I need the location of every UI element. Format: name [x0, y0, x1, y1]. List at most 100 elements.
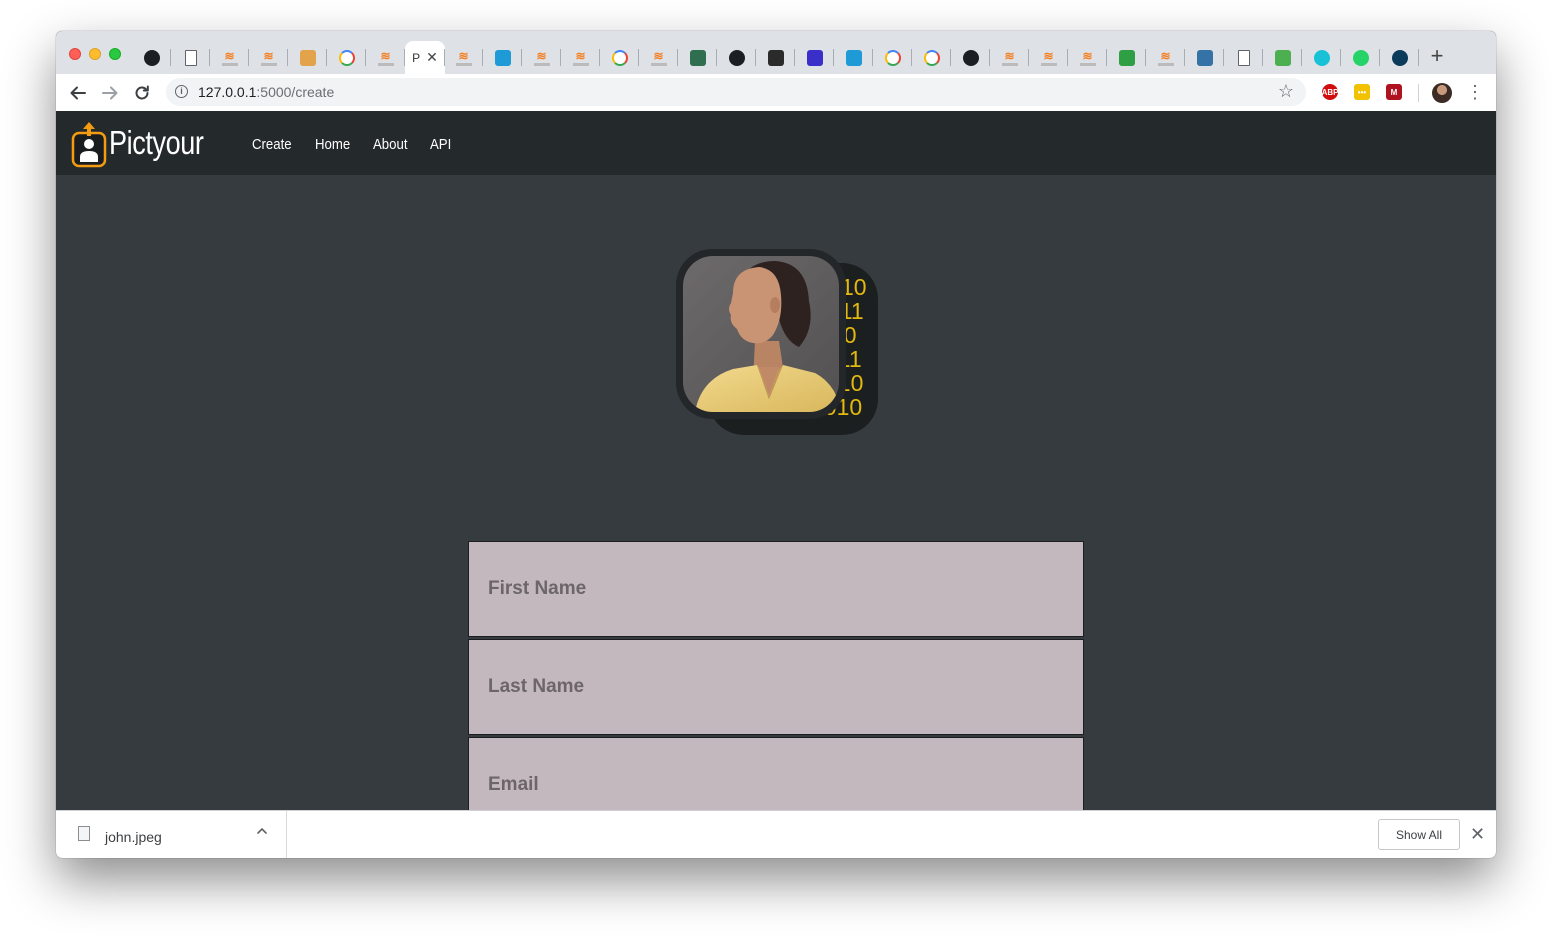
brand-name[interactable]: Pictyour	[109, 124, 204, 162]
bird-icon	[845, 49, 862, 66]
whatsapp-icon	[1352, 49, 1369, 66]
dans-tools-icon	[806, 49, 823, 66]
last-name-input[interactable]	[469, 640, 1083, 734]
pictyour-logo-icon[interactable]	[71, 120, 107, 168]
tab-w3[interactable]	[1263, 41, 1302, 74]
toolbar-divider	[1418, 84, 1419, 102]
w3-icon	[1274, 49, 1291, 66]
tab-stackoverflow[interactable]: ≋	[1146, 41, 1185, 74]
stackoverflow-icon: ≋	[260, 50, 277, 66]
nav-link-about[interactable]: About	[373, 136, 407, 153]
zoom-window-button[interactable]	[109, 48, 121, 60]
tab-document[interactable]	[171, 41, 210, 74]
browser-menu-icon[interactable]: ⋮	[1466, 82, 1484, 102]
nav-link-api[interactable]: API	[430, 136, 451, 153]
tab-github[interactable]	[132, 41, 171, 74]
stackoverflow-icon: ≋	[1079, 50, 1096, 66]
chevron-up-icon[interactable]	[256, 825, 268, 837]
m-extension-icon[interactable]: M	[1386, 84, 1402, 100]
tab-stackoverflow[interactable]: ≋	[210, 41, 249, 74]
back-button[interactable]	[67, 82, 89, 104]
email-input[interactable]	[469, 738, 1083, 811]
tab-separator	[1418, 49, 1419, 66]
first-name-field	[468, 541, 1084, 637]
browser-window: ≋ ≋ ≋ P ✕ ≋ ≋ ≋ ≋ ≋ ≋ ≋ ≋ + i 127.0.0.1:5000/create …	[56, 31, 1496, 858]
email-field	[468, 737, 1084, 811]
b64-icon	[1118, 49, 1135, 66]
d-icon	[1391, 49, 1408, 66]
adblock-icon[interactable]: ABP	[1322, 84, 1338, 100]
tab-person[interactable]	[756, 41, 795, 74]
tab-title: P	[412, 50, 421, 65]
tab-d[interactable]	[1380, 41, 1419, 74]
tab-google[interactable]	[600, 41, 639, 74]
tab-document[interactable]	[1224, 41, 1263, 74]
nav-link-create[interactable]: Create	[252, 136, 292, 153]
close-window-button[interactable]	[69, 48, 81, 60]
reload-button[interactable]	[131, 82, 153, 104]
browser-toolbar: i 127.0.0.1:5000/create ☆ ABP ••• M ⋮	[56, 74, 1496, 112]
close-download-bar-icon[interactable]: ✕	[1470, 824, 1485, 845]
document-icon	[1237, 49, 1250, 66]
stackoverflow-icon: ≋	[455, 50, 472, 66]
site-info-icon[interactable]: i	[175, 85, 188, 98]
stackoverflow-icon: ≋	[572, 50, 589, 66]
tab-bird[interactable]	[834, 41, 873, 74]
tab-circle[interactable]	[1302, 41, 1341, 74]
close-tab-icon[interactable]: ✕	[426, 49, 438, 66]
site-nav-links: Create Home About API	[252, 136, 472, 153]
tab-stackoverflow[interactable]: ≋	[561, 41, 600, 74]
tab-active[interactable]: P ✕	[405, 41, 445, 74]
url-host: 127.0.0.1	[198, 84, 257, 100]
tab-stackoverflow[interactable]: ≋	[366, 41, 405, 74]
tab-dn[interactable]	[717, 41, 756, 74]
bird-icon	[494, 49, 511, 66]
reload-icon	[135, 85, 149, 100]
tab-stackoverflow[interactable]: ≋	[522, 41, 561, 74]
nav-link-home[interactable]: Home	[315, 136, 350, 153]
tab-list: ≋ ≋ ≋ P ✕ ≋ ≋ ≋ ≋ ≋ ≋ ≋ ≋	[132, 41, 1472, 74]
forward-button[interactable]	[99, 82, 121, 104]
download-bar: john.jpeg Show All ✕	[56, 810, 1496, 858]
tab-stackoverflow[interactable]: ≋	[1029, 41, 1068, 74]
tab-google[interactable]	[327, 41, 366, 74]
tab-python[interactable]	[1185, 41, 1224, 74]
hero-illustration: 10011000110101010	[676, 249, 878, 435]
profile-avatar[interactable]	[1432, 83, 1452, 103]
show-all-downloads-button[interactable]: Show All	[1378, 819, 1460, 850]
tab-bird[interactable]	[483, 41, 522, 74]
bookmark-star-icon[interactable]: ☆	[1278, 81, 1294, 102]
diamond-icon	[689, 49, 706, 66]
tab-github[interactable]	[951, 41, 990, 74]
github-icon	[143, 49, 160, 66]
python-icon	[1196, 49, 1213, 66]
forward-arrow-icon	[102, 86, 118, 100]
google-icon	[923, 49, 940, 66]
minimize-window-button[interactable]	[89, 48, 101, 60]
github-icon	[962, 49, 979, 66]
tab-stackoverflow[interactable]: ≋	[639, 41, 678, 74]
tab-b64[interactable]	[1107, 41, 1146, 74]
tab-stackoverflow[interactable]: ≋	[990, 41, 1029, 74]
first-name-input[interactable]	[469, 542, 1083, 636]
stackoverflow-icon: ≋	[1001, 50, 1018, 66]
address-bar[interactable]: i 127.0.0.1:5000/create ☆	[166, 78, 1306, 106]
tab-google[interactable]	[873, 41, 912, 74]
new-tab-button[interactable]: +	[1422, 41, 1452, 71]
tab-dans-tools[interactable]	[795, 41, 834, 74]
download-item[interactable]: john.jpeg	[56, 811, 287, 858]
address-url[interactable]: 127.0.0.1:5000/create	[198, 84, 334, 100]
tab-google[interactable]	[912, 41, 951, 74]
circle-icon	[1313, 49, 1330, 66]
tab-stackoverflow[interactable]: ≋	[249, 41, 288, 74]
download-file-name[interactable]: john.jpeg	[105, 829, 162, 845]
document-icon	[184, 49, 197, 66]
stackoverflow-icon: ≋	[533, 50, 550, 66]
tab-diamond[interactable]	[678, 41, 717, 74]
tab-whatsapp[interactable]	[1341, 41, 1380, 74]
dots-extension-icon[interactable]: •••	[1354, 84, 1370, 100]
tab-stackoverflow[interactable]: ≋	[1068, 41, 1107, 74]
tab-stackoverflow[interactable]: ≋	[444, 41, 483, 74]
tab-note[interactable]	[288, 41, 327, 74]
back-arrow-icon	[70, 86, 86, 100]
